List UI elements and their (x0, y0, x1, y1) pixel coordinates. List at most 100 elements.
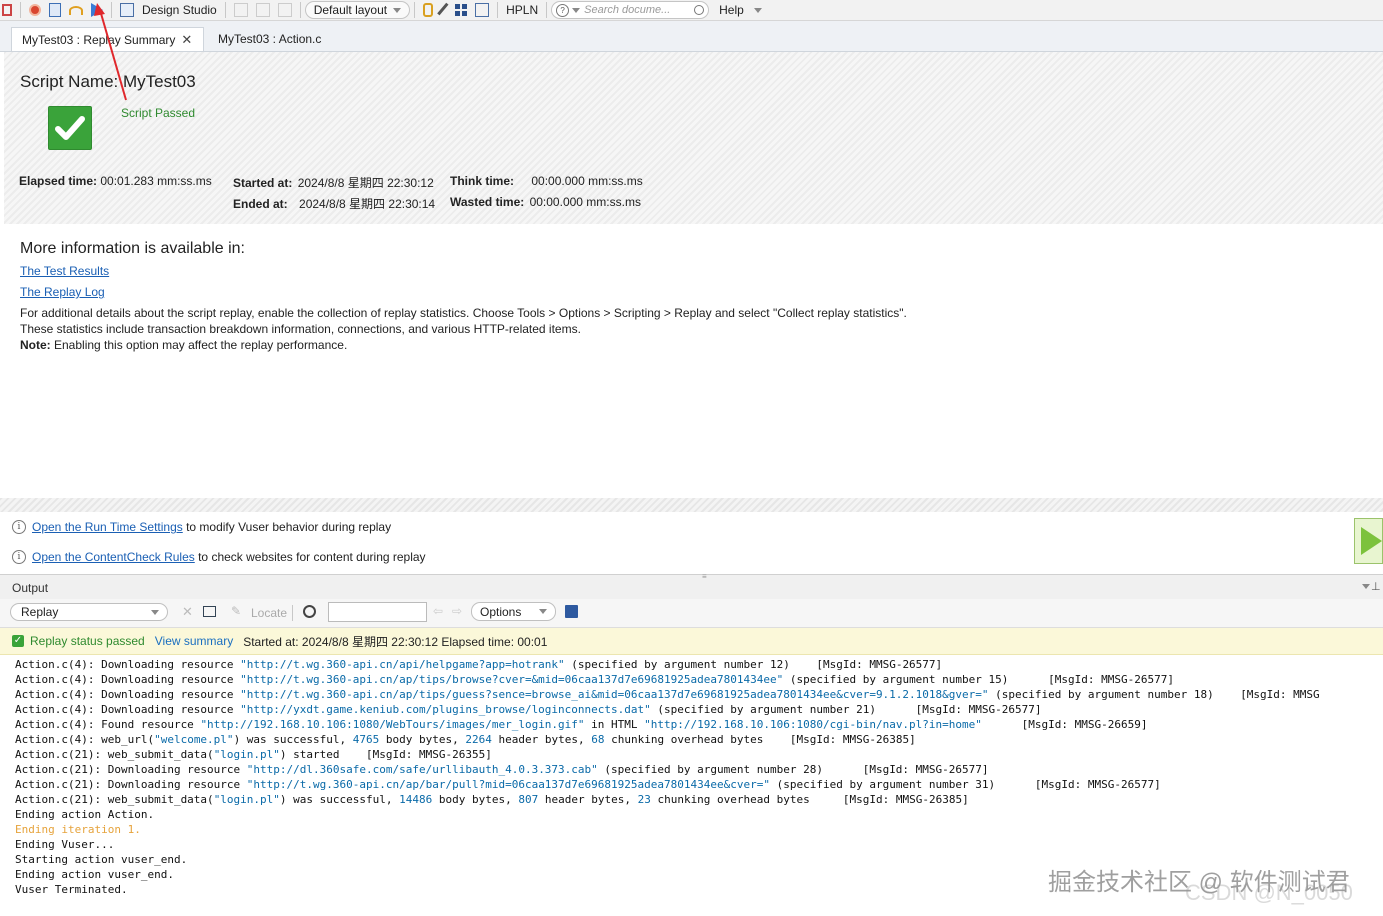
pin-icon[interactable]: ⊥ (1371, 580, 1381, 593)
output-source-value: Replay (21, 605, 59, 619)
editor-tabbar: MyTest03 : Replay Summary ✕ MyTest03 : A… (0, 21, 1383, 52)
run-button[interactable] (1354, 518, 1383, 564)
log-segment: body bytes, (432, 793, 519, 806)
started-at-value: 2024/8/8 星期四 22:30:12 (297, 176, 434, 190)
log-segment: "http://yxdt.game.keniub.com/plugins_bro… (240, 703, 651, 716)
log-line: Action.c(4): Downloading resource "http:… (15, 672, 1383, 687)
log-segment: (specified by argument number 18) [MsgId… (988, 688, 1320, 701)
help-menu[interactable]: Help (719, 3, 744, 17)
log-line: Action.c(21): Downloading resource "http… (15, 777, 1383, 792)
log-segment: Action.c(4): Downloading resource (15, 703, 241, 716)
save-icon[interactable] (565, 605, 578, 618)
output-source-dropdown[interactable]: Replay (10, 603, 168, 621)
options-dropdown[interactable]: Options (471, 602, 556, 621)
output-search-input[interactable] (328, 602, 427, 622)
search-icon[interactable] (694, 5, 705, 15)
log-segment: Action.c(21): Downloading resource (15, 778, 247, 791)
disabled-tool-icon (277, 3, 292, 17)
log-line: Ending Vuser... (15, 837, 1383, 852)
log-segment: (specified by argument number 21) [MsgId… (650, 703, 1042, 716)
log-line: Action.c(21): Downloading resource "http… (15, 762, 1383, 777)
search-documentation-input[interactable]: ? Search docume... (551, 1, 710, 19)
wasted-time-value: 00:00.000 mm:ss.ms (529, 195, 641, 209)
design-studio-button[interactable]: Design Studio (142, 3, 217, 17)
log-line: Action.c(4): web_url("welcome.pl") was s… (15, 732, 1383, 747)
log-line: Ending action Action. (15, 807, 1383, 822)
search-icon[interactable] (303, 605, 316, 618)
log-segment: "login.pl" (213, 793, 280, 806)
panel-icon[interactable] (475, 3, 490, 17)
contentcheck-text: to check websites for content during rep… (194, 550, 426, 564)
elapsed-time-label: Elapsed time: (19, 174, 98, 188)
replay-status-detail: Started at: 2024/8/8 星期四 22:30:12 Elapse… (243, 634, 548, 649)
splitter-handle[interactable]: ≡ (702, 572, 707, 581)
log-segment: Ending action vuser_end. (15, 868, 174, 881)
disabled-tool-icon (233, 3, 248, 17)
badge-icon[interactable] (423, 3, 434, 17)
window-icon[interactable] (203, 606, 216, 617)
log-segment: (specified by argument number 28) [MsgId… (597, 763, 989, 776)
log-segment: 14486 (399, 793, 433, 806)
log-segment: Vuser Terminated. (15, 883, 128, 896)
test-results-link[interactable]: The Test Results (20, 264, 109, 278)
log-segment: ) started [MsgId: MMSG-26355] (279, 748, 492, 761)
search-placeholder: Search docume... (584, 4, 671, 16)
log-segment: Ending Vuser... (15, 838, 115, 851)
replay-log-link[interactable]: The Replay Log (20, 285, 105, 299)
replay-log: Action.c(4): Downloading resource "http:… (15, 657, 1383, 897)
prev-arrow-icon: ⇦ (433, 604, 444, 618)
log-line: Action.c(4): Found resource "http://192.… (15, 717, 1383, 732)
run-time-settings-link[interactable]: Open the Run Time Settings (32, 520, 183, 534)
close-icon[interactable]: ✕ (181, 32, 192, 48)
output-toolbar: Replay ✕ ✎ Locate ⇦ ⇨ Options (0, 599, 1383, 628)
log-segment: "http://192.168.10.106:1080/cgi-bin/nav.… (644, 718, 982, 731)
log-segment: chunking overhead bytes [MsgId: MMSG-263… (604, 733, 916, 746)
wasted-time-label: Wasted time: (450, 195, 525, 209)
hpln-button[interactable]: HPLN (506, 3, 538, 17)
log-segment: ) was successful, (279, 793, 400, 806)
toolbar-divider (224, 2, 226, 18)
log-segment: in HTML (584, 718, 645, 731)
log-line: Action.c(4): Downloading resource "http:… (15, 657, 1383, 672)
think-time-value: 00:00.000 mm:ss.ms (531, 174, 643, 188)
next-arrow-icon: ⇨ (452, 604, 463, 618)
log-segment: "http://t.wg.360-api.cn/ap/tips/browse?c… (240, 673, 784, 686)
layout-dropdown[interactable]: Default layout (304, 1, 411, 19)
more-info-heading: More information is available in: (20, 240, 245, 257)
pen-icon[interactable] (437, 2, 451, 18)
passed-check-icon (48, 106, 92, 150)
contentcheck-link[interactable]: Open the ContentCheck Rules (32, 550, 195, 564)
help-circle-icon: ? (556, 3, 570, 17)
options-label: Options (480, 604, 522, 619)
log-line: Action.c(4): Downloading resource "http:… (15, 687, 1383, 702)
passed-check-icon: ✓ (12, 635, 24, 647)
log-segment: Action.c(4): Found resource (15, 718, 201, 731)
grid-icon[interactable] (455, 4, 468, 16)
log-segment: Action.c(21): web_submit_data( (15, 793, 214, 806)
view-summary-link[interactable]: View summary (155, 634, 233, 648)
think-time: Think time: 00:00.000 mm:ss.ms (450, 174, 643, 188)
tab-action-c[interactable]: MyTest03 : Action.c (208, 27, 331, 51)
log-segment: "http://dl.360safe.com/safe/urllibauth_4… (246, 763, 598, 776)
more-info-note: Note: Enabling this option may affect th… (20, 338, 347, 352)
chevron-down-icon[interactable] (1362, 584, 1370, 589)
log-segment: 2264 (465, 733, 492, 746)
log-segment: Action.c(4): Downloading resource (15, 673, 241, 686)
log-segment: (specified by argument number 15) [MsgId… (783, 673, 1174, 686)
layout-dropdown-value: Default layout (313, 3, 388, 17)
chevron-down-icon (393, 7, 402, 13)
ended-at-value: 2024/8/8 星期四 22:30:14 (299, 197, 436, 211)
run-time-settings-text: to modify Vuser behavior during replay (182, 520, 392, 534)
annotation-arrow (94, 3, 127, 101)
info-icon: i (12, 520, 26, 534)
chevron-down-icon[interactable] (753, 7, 762, 13)
log-line: Action.c(4): Downloading resource "http:… (15, 702, 1383, 717)
clear-icon[interactable]: ✕ (182, 604, 193, 620)
more-info-text-1: For additional details about the script … (20, 306, 907, 320)
more-info-section: More information is available in: The Te… (20, 240, 1360, 352)
locate-icon: ✎ (231, 604, 242, 618)
log-segment: 4765 (352, 733, 380, 746)
log-segment: Action.c(4): Downloading resource (15, 688, 241, 701)
chevron-down-icon (151, 610, 159, 615)
log-segment: Action.c(21): Downloading resource (15, 763, 247, 776)
